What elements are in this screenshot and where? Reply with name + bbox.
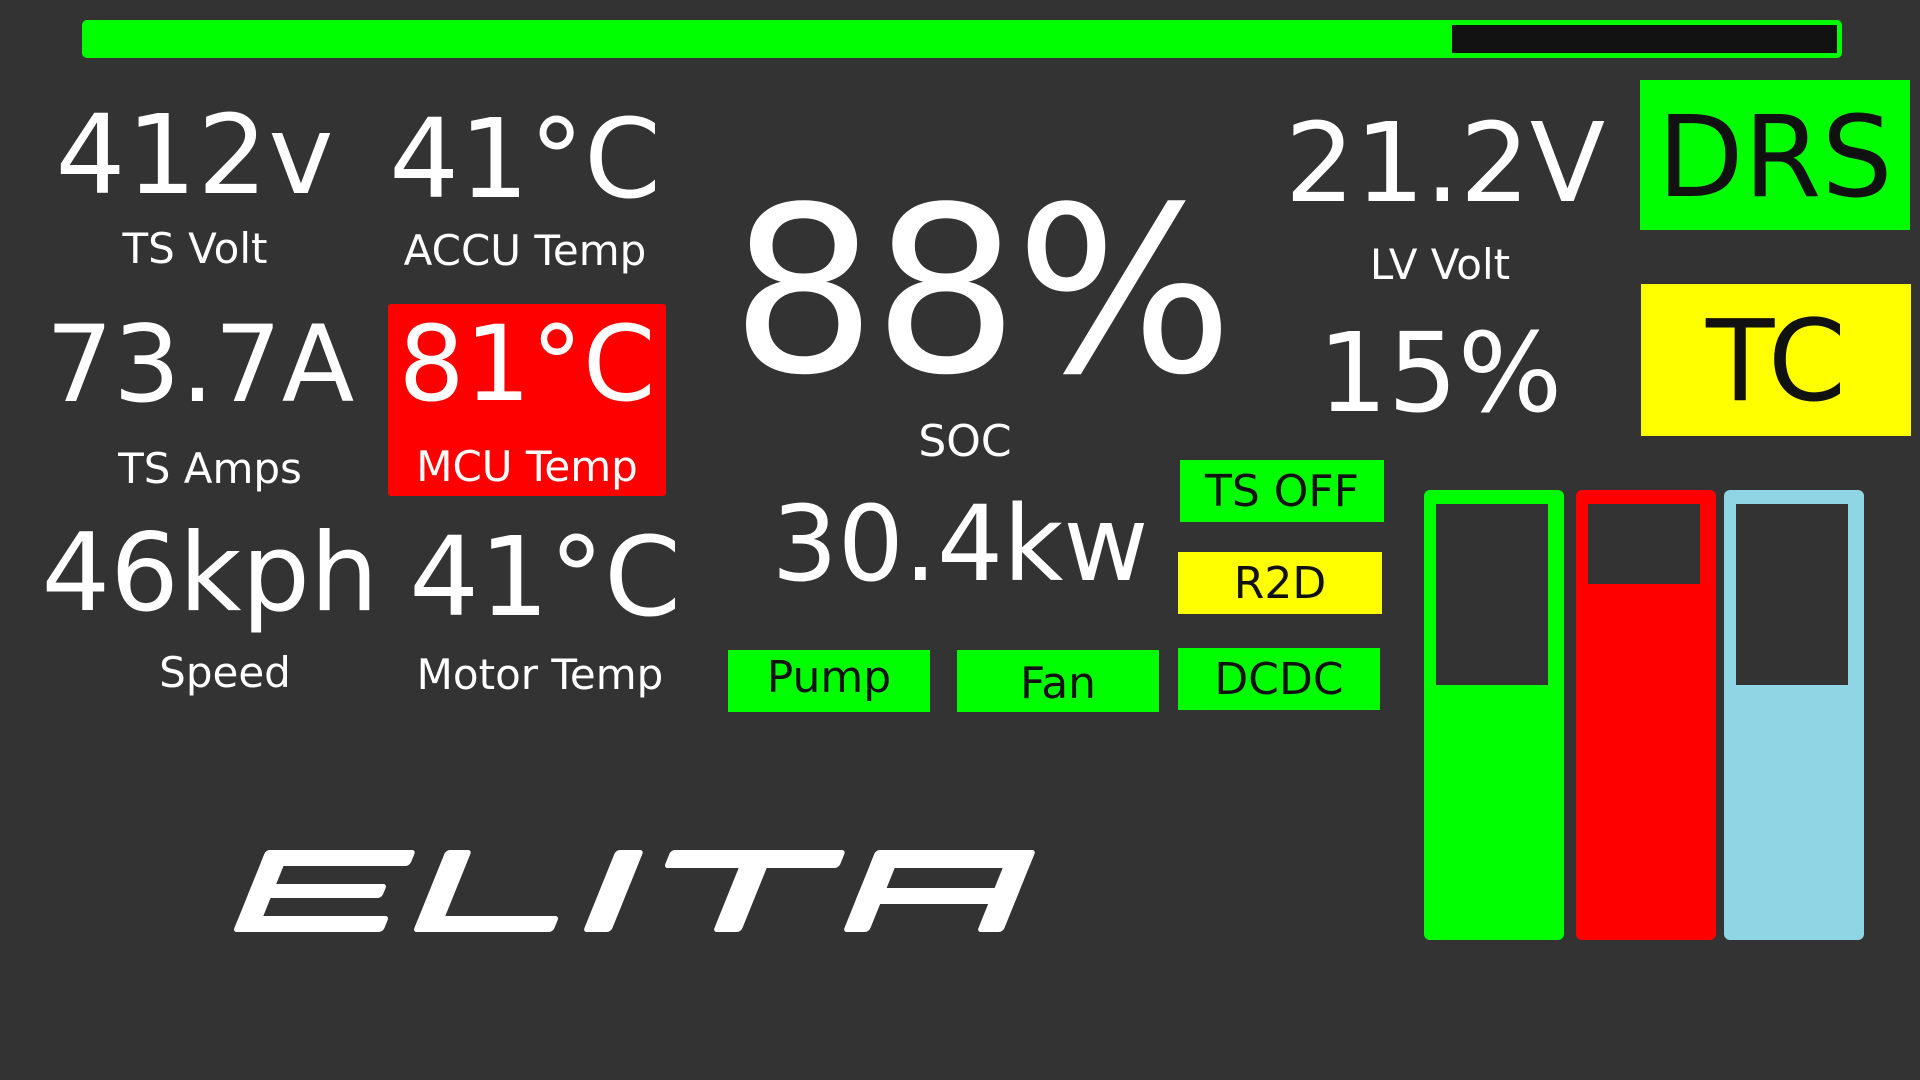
level-gauge-blue-empty — [1736, 504, 1848, 685]
accu-temp-label: ACCU Temp — [403, 226, 647, 275]
top-progress-bar-fill — [87, 25, 1452, 53]
mcu-temp-value: 81°C — [398, 303, 656, 425]
soc-label: SOC — [918, 416, 1012, 467]
motor-temp-label: Motor Temp — [416, 650, 664, 699]
lv-percent-value: 15% — [1317, 309, 1563, 437]
soc-value: 88% — [730, 159, 1233, 426]
elita-logo — [234, 850, 1035, 932]
accu-temp-value: 41°C — [389, 95, 661, 223]
ts-off-indicator: TS OFF — [1180, 460, 1384, 522]
drs-indicator: DRS — [1640, 80, 1910, 230]
level-gauge-green-empty — [1436, 504, 1548, 685]
level-gauge-red — [1576, 490, 1716, 940]
level-gauge-red-empty — [1588, 504, 1700, 584]
lv-volt-label: LV Volt — [1369, 240, 1511, 289]
ts-amps-label: TS Amps — [118, 444, 302, 493]
r2d-indicator: R2D — [1178, 552, 1382, 614]
pump-indicator: Pump — [728, 650, 930, 712]
tc-indicator: TC — [1641, 284, 1911, 436]
mcu-temp-label: MCU Temp — [416, 442, 638, 491]
top-progress-bar — [82, 20, 1842, 58]
level-gauge-green — [1424, 490, 1564, 940]
ts-volt-value: 412v — [55, 91, 335, 219]
level-gauge-blue — [1724, 490, 1864, 940]
speed-label: Speed — [159, 648, 291, 697]
power-value: 30.4kw — [771, 483, 1149, 605]
fan-indicator: Fan — [957, 650, 1159, 712]
dcdc-indicator: DCDC — [1178, 648, 1380, 710]
ts-amps-value: 73.7A — [45, 303, 355, 426]
speed-value: 46kph — [41, 511, 379, 636]
ts-volt-label: TS Volt — [122, 224, 268, 273]
motor-temp-value: 41°C — [409, 513, 681, 641]
lv-volt-value: 21.2V — [1284, 99, 1606, 227]
